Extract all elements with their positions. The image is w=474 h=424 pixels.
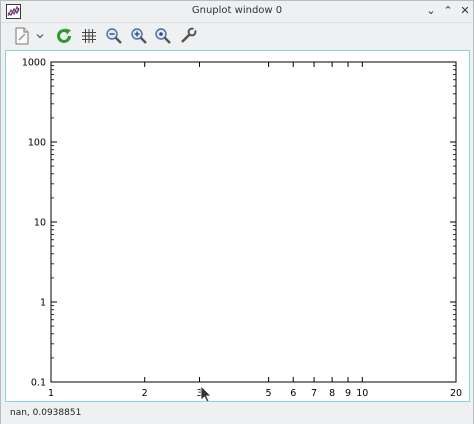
close-button[interactable]: ✕ (458, 4, 472, 18)
status-bar: nan, 0.0938851 (1, 403, 473, 424)
x-tick-label: 10 (356, 388, 368, 399)
y-tick-label: 1 (40, 298, 46, 309)
plot-area[interactable]: 1 2 3 5 6 7 8 9 10 20 0.1 1 10 100 1000 (5, 50, 470, 403)
x-tick-label: 9 (345, 388, 351, 399)
x-tick-label: 6 (290, 388, 296, 399)
unzoom-icon (155, 28, 171, 44)
y-tick-label: 1000 (22, 58, 46, 69)
maximize-button[interactable]: ⌃ (441, 4, 455, 18)
x-tick-label: 2 (142, 388, 148, 399)
y-tick-label: 10 (34, 218, 46, 229)
x-tick-label: 20 (450, 388, 462, 399)
minimize-button[interactable]: ⌄ (424, 4, 438, 18)
settings-button[interactable] (178, 26, 198, 46)
mouse-coordinates-readout: nan, 0.0938851 (10, 408, 82, 418)
replot-refresh-icon (57, 28, 71, 43)
settings-wrench-icon (181, 27, 197, 43)
export-menu-button[interactable] (34, 26, 46, 46)
x-tick-label: 8 (329, 388, 335, 399)
window-title: Gnuplot window 0 (191, 5, 283, 16)
x-tick-label: 5 (266, 388, 272, 399)
title-bar[interactable]: Gnuplot window 0 ⌄ ⌃ ✕ (1, 1, 473, 23)
x-tick-label: 7 (311, 388, 317, 399)
x-tick-label: 1 (48, 388, 54, 399)
chevron-down-icon (36, 34, 44, 39)
log-log-plot[interactable]: 1 2 3 5 6 7 8 9 10 20 0.11101001000 (6, 51, 469, 403)
export-document-icon (15, 27, 29, 45)
plot-border (50, 61, 457, 383)
gnuplot-window: Gnuplot window 0 ⌄ ⌃ ✕ 1 2 3 5 6 7 8 9 1… (0, 0, 474, 424)
grid-button[interactable] (79, 26, 99, 46)
zoom-next-button[interactable] (129, 26, 149, 46)
replot-button[interactable] (54, 26, 74, 46)
zoom-previous-button[interactable] (104, 26, 124, 46)
zoom-previous-icon (106, 28, 122, 44)
y-tick-label: 0.1 (31, 378, 46, 389)
y-tick-label: 100 (28, 138, 46, 149)
mouse-cursor (200, 385, 212, 403)
grid-icon (82, 29, 96, 43)
toolbar (1, 23, 473, 50)
unzoom-button[interactable] (153, 26, 173, 46)
zoom-next-icon (131, 28, 147, 44)
export-button[interactable] (12, 26, 32, 46)
